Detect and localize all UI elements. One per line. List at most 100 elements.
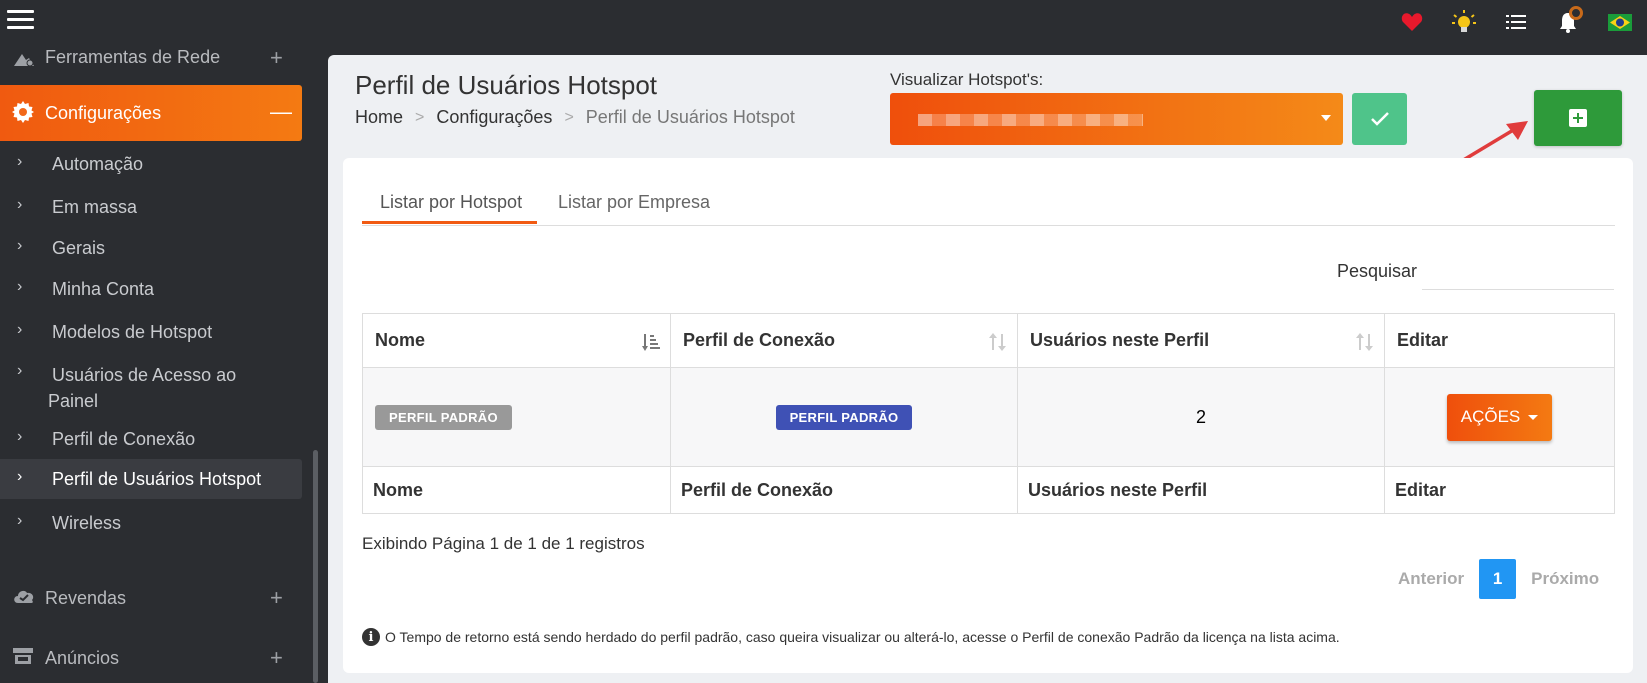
sidebar-scrollbar[interactable] [313,450,318,683]
info-icon: i [362,628,380,646]
sidebar-item-minha-conta[interactable]: › Minha Conta [0,276,302,306]
sidebar-item-usuarios-de-acesso[interactable]: › Usuários de Acesso ao Painel [0,360,302,416]
sidebar-item-automacao[interactable]: › Automação [0,151,302,181]
column-header-label: Nome [375,330,426,350]
sidebar-item-label: Usuários de Acesso ao [52,365,237,385]
users-count: 2 [1195,406,1206,427]
breadcrumb-home[interactable]: Home [355,107,403,128]
breadcrumb-configuracoes[interactable]: Configurações [436,107,552,128]
hotspot-select[interactable] [890,93,1343,145]
expand-icon[interactable]: + [270,45,283,71]
hotspot-select-label: Visualizar Hotspot's: [890,70,1044,89]
expand-icon[interactable]: + [270,585,283,611]
profiles-table: Nome Perfil de Conexão Usuários neste Pe… [362,313,1615,514]
store-icon [12,647,36,671]
sidebar-item-gerais[interactable]: › Gerais [0,235,302,265]
caret-down-icon [1528,414,1539,420]
footer-nome: Nome [362,466,671,514]
chevron-right-icon: › [17,362,23,379]
sidebar-section-label: Ferramentas de Rede [45,47,221,67]
sort-desc-icon[interactable] [642,332,660,352]
info-note: i O Tempo de retorno está sendo herdado … [362,628,1340,646]
cell-editar: AÇÕES [1384,367,1615,467]
sidebar-item-label: Automação [52,154,144,174]
sidebar-item-label: Wireless [52,513,122,533]
sidebar-item-label: Perfil de Usuários Hotspot [52,469,262,489]
bell-icon[interactable] [1555,6,1583,35]
column-header-usuarios[interactable]: Usuários neste Perfil [1017,313,1385,368]
sidebar-item-em-massa[interactable]: › Em massa [0,194,302,224]
gear-icon [12,101,36,125]
search-input[interactable] [1422,254,1614,290]
column-header-perfil-de-conexao[interactable]: Perfil de Conexão [670,313,1018,368]
connection-profile-badge[interactable]: PERFIL PADRÃO [775,404,913,430]
pagination-previous[interactable]: Anterior [1383,569,1479,589]
top-bar [0,0,1647,45]
hotspot-select-value-redacted [918,114,1143,126]
cell-nome: PERFIL PADRÃO [362,367,671,467]
column-header-editar: Editar [1384,313,1615,368]
chevron-right-icon: › [17,153,23,170]
sidebar-item-label: Perfil de Conexão [52,429,196,449]
heart-icon[interactable] [1399,9,1425,35]
breadcrumb-separator: > [564,108,574,126]
pagination: Anterior 1 Próximo [1383,559,1614,599]
footer-perfil-de-conexao: Perfil de Conexão [670,466,1018,514]
search-label: Pesquisar [1337,261,1418,281]
pagination-page-current[interactable]: 1 [1479,559,1517,599]
chevron-right-icon: › [17,196,23,213]
sidebar-item-label: Minha Conta [52,279,155,299]
tab-listar-por-hotspot[interactable]: Listar por Hotspot [380,192,522,213]
column-header-label: Editar [1397,330,1449,350]
network-tools-icon [12,50,36,74]
page-title: Perfil de Usuários Hotspot [355,70,658,100]
cloud-icon [12,587,36,611]
tab-listar-por-empresa[interactable]: Listar por Empresa [558,192,710,213]
sort-icon[interactable] [989,332,1007,352]
chevron-right-icon: › [17,278,23,295]
column-header-label: Usuários neste Perfil [1030,330,1210,350]
breadcrumb-separator: > [415,108,425,126]
caret-down-icon [1321,115,1331,121]
sidebar: Ferramentas de Rede + Configurações — › … [0,45,302,683]
actions-dropdown-button[interactable]: AÇÕES [1446,393,1553,441]
sidebar-item-perfil-de-conexao[interactable]: › Perfil de Conexão [0,426,302,456]
chevron-right-icon: › [17,468,23,485]
column-header-nome[interactable]: Nome [362,313,671,368]
sidebar-item-label: Modelos de Hotspot [52,322,213,342]
sidebar-item-perfil-de-usuarios-hotspot[interactable]: › Perfil de Usuários Hotspot [0,459,302,499]
sort-icon[interactable] [1356,332,1374,352]
sidebar-section-revendas[interactable]: Revendas + [0,585,302,615]
active-tab-indicator [362,221,537,224]
actions-label: AÇÕES [1460,407,1521,426]
cell-usuarios: 2 [1017,367,1385,467]
sidebar-item-wireless[interactable]: › Wireless [0,510,302,540]
brazil-flag-icon[interactable] [1607,9,1633,35]
list-icon[interactable] [1503,9,1529,35]
expand-icon[interactable]: + [270,645,283,671]
pagination-info: Exibindo Página 1 de 1 de 1 registros [362,534,645,553]
plus-square-icon [1569,109,1587,127]
sidebar-section-configuracoes[interactable]: Configurações — [0,85,302,141]
sidebar-section-ferramentas-de-rede[interactable]: Ferramentas de Rede + [0,45,302,75]
profile-name-badge: PERFIL PADRÃO [375,404,512,430]
pagination-next[interactable]: Próximo [1516,569,1614,589]
notification-badge [1569,6,1583,20]
breadcrumb-current: Perfil de Usuários Hotspot [585,107,795,127]
sidebar-item-label: Em massa [52,197,138,217]
sidebar-item-modelos-de-hotspot[interactable]: › Modelos de Hotspot [0,319,302,349]
column-header-label: Perfil de Conexão [683,330,836,350]
lightbulb-icon[interactable] [1451,9,1477,35]
chevron-right-icon: › [17,237,23,254]
top-icons [1373,6,1633,36]
sidebar-item-label: Gerais [52,238,106,258]
footer-editar: Editar [1384,466,1615,514]
sidebar-section-anuncios[interactable]: Anúncios + [0,645,302,675]
menu-icon[interactable] [7,10,34,32]
collapse-icon[interactable]: — [270,99,292,125]
info-note-text: O Tempo de retorno está sendo herdado do… [385,629,1340,645]
tab-bar: Listar por Hotspot Listar por Empresa [362,180,1615,226]
add-profile-button[interactable] [1534,90,1622,146]
sidebar-section-label: Configurações [45,103,162,123]
sidebar-item-label-line2: Painel [48,391,99,411]
